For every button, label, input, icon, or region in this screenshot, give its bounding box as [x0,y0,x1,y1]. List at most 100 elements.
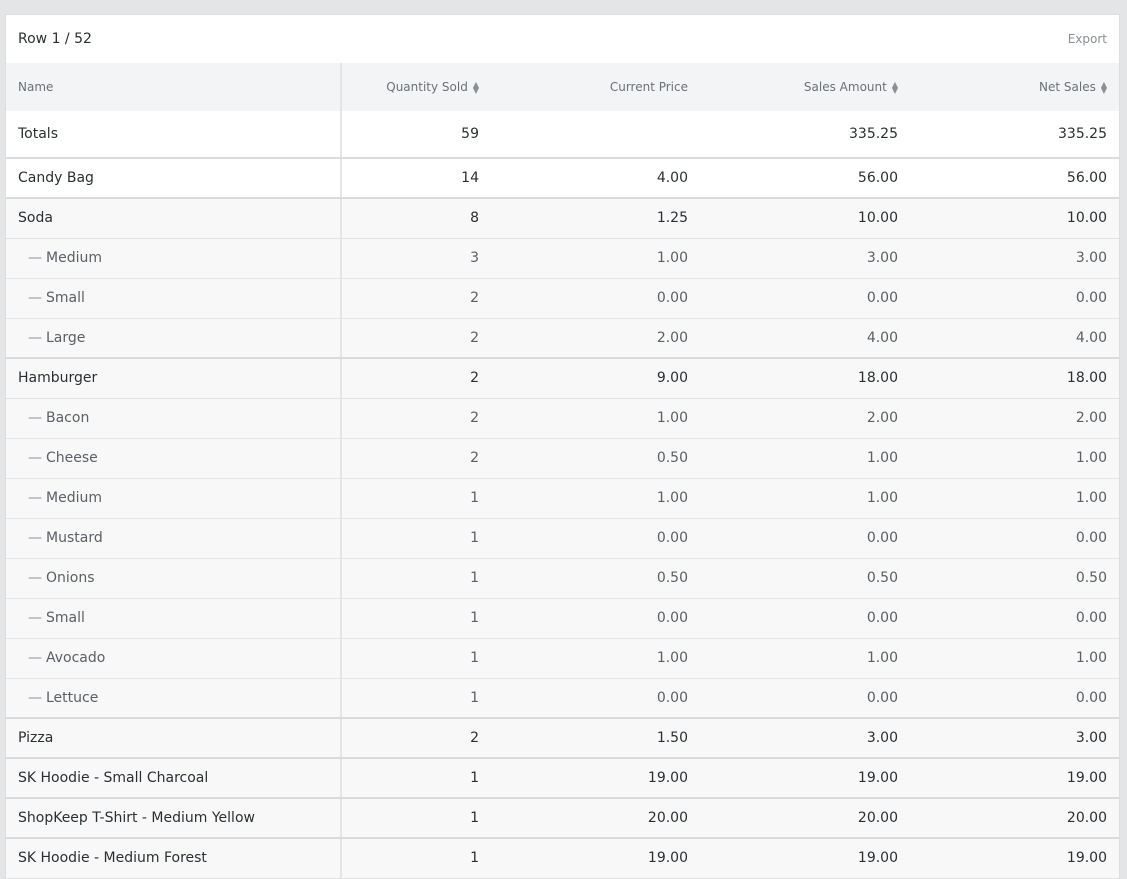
row-name: — Cheese [6,438,342,479]
row-name: — Bacon [6,398,342,439]
row-sales: 3.00 [700,718,910,759]
row-price: 1.00 [491,478,700,519]
row-sales: 1.00 [700,478,910,519]
row-price: 0.00 [491,678,700,719]
row-price: 4.00 [491,158,700,199]
row-price: 0.00 [491,278,700,319]
row-price: 1.50 [491,718,700,759]
row-quantity: 1 [341,478,491,519]
row-name: — Medium [6,238,342,279]
modifier-dash: — [28,610,42,626]
row-sales: 3.00 [700,238,910,279]
table-row-modifier: — Lettuce 1 0.00 0.00 0.00 [6,678,1119,719]
row-name-label: Lettuce [46,689,99,706]
totals-quantity: 59 [341,111,491,159]
totals-row: Totals 59 335.25 335.25 [6,111,1119,159]
table-row-modifier: — Onions 1 0.50 0.50 0.50 [6,558,1119,599]
table-row: SK Hoodie - Medium Forest 1 19.00 19.00 19.0… [6,838,1119,879]
row-price: 0.00 [491,518,700,559]
row-name-label: Large [46,329,86,346]
row-sales: 0.00 [700,598,910,639]
column-header-sales-amount[interactable]: Sales Amount ▲ ▼ [700,63,910,111]
row-quantity: 1 [341,678,491,719]
row-sales: 2.00 [700,398,910,439]
row-quantity: 1 [341,558,491,599]
sort-up-down-icon[interactable]: ▲ ▼ [1101,80,1107,94]
column-header-label: Sales Amount [803,80,887,94]
row-net: 0.00 [910,278,1119,319]
row-name: SK Hoodie - Medium Forest [6,838,342,879]
row-quantity: 1 [341,638,491,679]
row-sales: 19.00 [700,758,910,799]
row-name: — Avocado [6,638,342,679]
row-quantity: 2 [341,718,491,759]
sort-up-down-icon[interactable]: ▲ ▼ [473,80,479,94]
row-price: 1.25 [491,198,700,239]
row-name-label: Cheese [46,450,98,466]
table-row-modifier: — Medium 3 1.00 3.00 3.00 [6,238,1119,279]
modifier-dash: — [28,450,42,466]
column-header-net-sales[interactable]: Net Sales ▲ ▼ [910,63,1119,111]
row-quantity: 2 [341,398,491,439]
modifier-dash: — [28,650,42,666]
table-row: ShopKeep T-Shirt - Medium Yellow 1 20.00 20… [6,798,1119,839]
row-name-label: SK Hoodie - Small Charcoal [18,770,209,786]
sort-up-down-icon[interactable]: ▲ ▼ [892,80,898,94]
modifier-dash: — [28,530,42,546]
modifier-dash: — [28,250,42,266]
column-header-label: Net Sales [1039,80,1096,94]
row-sales: 0.50 [700,558,910,599]
row-net: 4.00 [910,318,1119,359]
row-quantity: 2 [341,278,491,319]
row-name: Pizza [6,718,342,759]
table-row-modifier: — Medium 1 1.00 1.00 1.00 [6,478,1119,519]
row-name: ShopKeep T-Shirt - Medium Yellow [6,798,342,839]
totals-sales: 335.25 [700,111,910,159]
column-header-quantity-sold[interactable]: Quantity Sold ▲ ▼ [341,63,491,111]
row-sales: 18.00 [700,358,910,399]
row-quantity: 1 [341,758,491,799]
row-sales: 56.00 [700,158,910,199]
row-net: 0.00 [910,518,1119,559]
row-name: — Mustard [6,518,342,559]
row-name-label: SK Hoodie - Medium Forest [18,850,207,867]
row-name-label: Small [46,610,85,626]
row-net: 20.00 [910,798,1119,839]
table-row: Candy Bag 14 4.00 56.00 56.00 [6,158,1119,199]
row-quantity: 8 [341,198,491,239]
row-net: 19.00 [910,838,1119,879]
row-name-label: Bacon [46,410,90,426]
row-name-label: Soda [18,210,53,227]
row-name: SK Hoodie - Small Charcoal [6,758,342,799]
row-net: 2.00 [910,398,1119,439]
row-price: 19.00 [491,838,700,879]
table-row-modifier: — Large 2 2.00 4.00 4.00 [6,318,1119,359]
totals-net: 335.25 [910,111,1119,159]
table-row: Pizza 2 1.50 3.00 3.00 [6,718,1119,759]
column-header-name: Name [6,63,342,111]
table-row: SK Hoodie - Small Charcoal 1 19.00 19.00 19.… [6,758,1119,799]
row-price: 0.00 [491,598,700,639]
row-name-label: Small [46,290,85,306]
row-price: 20.00 [491,798,700,839]
row-quantity: 2 [341,318,491,359]
row-price: 2.00 [491,318,700,359]
row-name: Soda [6,198,342,239]
table-row-modifier: — Small 2 0.00 0.00 0.00 [6,278,1119,319]
table-row-modifier: — Bacon 2 1.00 2.00 2.00 [6,398,1119,439]
column-header-label: Name [18,80,54,94]
export-link[interactable]: Export [1068,32,1107,46]
row-sales: 1.00 [700,438,910,479]
row-net: 1.00 [910,438,1119,479]
table-row-modifier: — Mustard 1 0.00 0.00 0.00 [6,518,1119,559]
row-name-label: Hamburger [18,370,98,387]
row-sales: 0.00 [700,518,910,559]
modifier-dash: — [28,290,42,306]
row-name: — Small [6,278,342,319]
table-row-modifier: — Small 1 0.00 0.00 0.00 [6,598,1119,639]
modifier-dash: — [28,570,42,586]
row-sales: 19.00 [700,838,910,879]
row-quantity: 1 [341,838,491,879]
table-row-modifier: — Avocado 1 1.00 1.00 1.00 [6,638,1119,679]
row-sales: 0.00 [700,278,910,319]
